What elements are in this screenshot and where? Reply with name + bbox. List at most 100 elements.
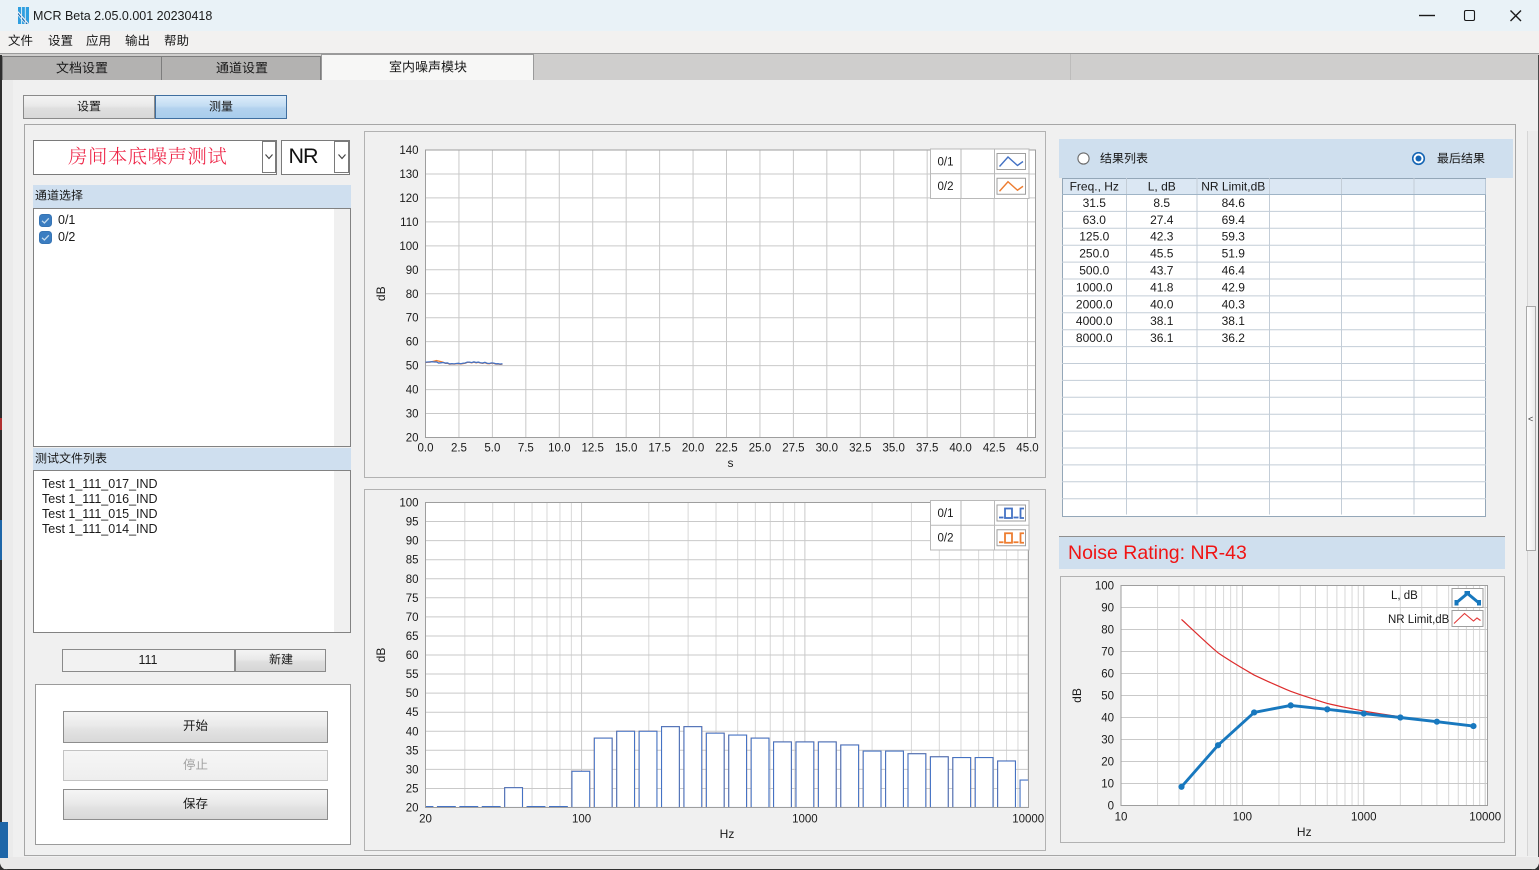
svg-text:10: 10 bbox=[1115, 811, 1128, 823]
svg-text:10: 10 bbox=[1101, 778, 1114, 790]
svg-text:42.9: 42.9 bbox=[1221, 280, 1245, 294]
svg-text:100: 100 bbox=[1233, 811, 1252, 823]
svg-text:0/1: 0/1 bbox=[937, 157, 953, 169]
svg-text:0/2: 0/2 bbox=[937, 532, 953, 544]
svg-text:37.5: 37.5 bbox=[915, 442, 937, 454]
svg-text:10000: 10000 bbox=[1012, 813, 1044, 825]
svg-text:50: 50 bbox=[405, 688, 418, 700]
svg-text:20: 20 bbox=[419, 813, 432, 825]
svg-text:80: 80 bbox=[405, 573, 418, 585]
svg-text:140: 140 bbox=[399, 145, 418, 157]
svg-text:43.7: 43.7 bbox=[1150, 264, 1174, 278]
svg-text:60: 60 bbox=[405, 650, 418, 662]
svg-text:38.1: 38.1 bbox=[1221, 314, 1245, 328]
svg-text:dB: dB bbox=[374, 286, 388, 301]
svg-text:0.0: 0.0 bbox=[417, 442, 433, 454]
svg-text:s: s bbox=[727, 456, 733, 470]
svg-text:1000: 1000 bbox=[1351, 811, 1377, 823]
svg-text:35: 35 bbox=[405, 745, 418, 757]
svg-text:85: 85 bbox=[405, 554, 418, 566]
svg-text:63.0: 63.0 bbox=[1082, 213, 1106, 227]
svg-text:25.0: 25.0 bbox=[748, 442, 770, 454]
svg-text:0/1: 0/1 bbox=[937, 508, 953, 520]
svg-text:40: 40 bbox=[405, 726, 418, 738]
svg-text:100: 100 bbox=[399, 241, 418, 253]
svg-text:38.1: 38.1 bbox=[1150, 314, 1174, 328]
svg-text:L, dB: L, dB bbox=[1391, 590, 1418, 602]
svg-text:55: 55 bbox=[405, 669, 418, 681]
svg-text:100: 100 bbox=[571, 813, 590, 825]
svg-text:40.0: 40.0 bbox=[1150, 297, 1174, 311]
svg-text:NR Limit,dB: NR Limit,dB bbox=[1201, 180, 1265, 194]
svg-text:40: 40 bbox=[1101, 712, 1114, 724]
svg-text:69.4: 69.4 bbox=[1221, 213, 1245, 227]
svg-text:80: 80 bbox=[405, 289, 418, 301]
svg-text:50: 50 bbox=[1101, 690, 1114, 702]
svg-text:70: 70 bbox=[405, 313, 418, 325]
svg-text:90: 90 bbox=[405, 535, 418, 547]
svg-text:L, dB: L, dB bbox=[1147, 180, 1175, 194]
svg-text:35.0: 35.0 bbox=[882, 442, 904, 454]
svg-text:45: 45 bbox=[405, 707, 418, 719]
svg-text:125.0: 125.0 bbox=[1079, 230, 1109, 244]
svg-text:84.6: 84.6 bbox=[1221, 196, 1245, 210]
svg-text:Freq., Hz: Freq., Hz bbox=[1069, 180, 1118, 194]
svg-text:31.5: 31.5 bbox=[1082, 196, 1106, 210]
svg-text:60: 60 bbox=[1101, 668, 1114, 680]
svg-text:0: 0 bbox=[1108, 800, 1114, 812]
svg-text:dB: dB bbox=[374, 647, 388, 662]
svg-text:30: 30 bbox=[405, 409, 418, 421]
svg-text:120: 120 bbox=[399, 193, 418, 205]
svg-text:110: 110 bbox=[400, 217, 418, 229]
svg-text:27.4: 27.4 bbox=[1150, 213, 1174, 227]
svg-text:40.0: 40.0 bbox=[949, 442, 971, 454]
svg-text:100: 100 bbox=[1095, 580, 1114, 592]
svg-text:NR Limit,dB: NR Limit,dB bbox=[1388, 614, 1450, 626]
svg-text:20.0: 20.0 bbox=[681, 442, 703, 454]
svg-text:42.3: 42.3 bbox=[1150, 230, 1174, 244]
svg-text:42.5: 42.5 bbox=[982, 442, 1004, 454]
svg-text:65: 65 bbox=[405, 630, 418, 642]
svg-text:10.0: 10.0 bbox=[548, 442, 570, 454]
svg-text:30.0: 30.0 bbox=[815, 442, 837, 454]
svg-text:30: 30 bbox=[405, 764, 418, 776]
svg-text:15.0: 15.0 bbox=[614, 442, 636, 454]
svg-text:80: 80 bbox=[1101, 624, 1114, 636]
svg-text:250.0: 250.0 bbox=[1079, 247, 1109, 261]
svg-text:100: 100 bbox=[399, 497, 418, 509]
svg-text:2.5: 2.5 bbox=[450, 442, 466, 454]
svg-text:12.5: 12.5 bbox=[581, 442, 603, 454]
svg-text:dB: dB bbox=[1070, 688, 1084, 703]
svg-text:45.0: 45.0 bbox=[1016, 442, 1038, 454]
svg-text:75: 75 bbox=[405, 592, 418, 604]
svg-text:1000.0: 1000.0 bbox=[1075, 280, 1112, 294]
svg-text:17.5: 17.5 bbox=[648, 442, 670, 454]
svg-text:8000.0: 8000.0 bbox=[1075, 331, 1112, 345]
svg-text:2000.0: 2000.0 bbox=[1075, 297, 1112, 311]
svg-text:36.2: 36.2 bbox=[1221, 331, 1245, 345]
svg-text:130: 130 bbox=[399, 169, 418, 181]
svg-text:41.8: 41.8 bbox=[1150, 280, 1174, 294]
svg-text:70: 70 bbox=[405, 611, 418, 623]
svg-text:70: 70 bbox=[1101, 646, 1114, 658]
svg-text:36.1: 36.1 bbox=[1150, 331, 1174, 345]
svg-text:32.5: 32.5 bbox=[849, 442, 871, 454]
svg-text:Hz: Hz bbox=[1297, 825, 1312, 839]
svg-text:1000: 1000 bbox=[792, 813, 818, 825]
svg-text:22.5: 22.5 bbox=[715, 442, 737, 454]
svg-text:95: 95 bbox=[405, 516, 418, 528]
svg-text:10000: 10000 bbox=[1469, 811, 1501, 823]
svg-text:51.9: 51.9 bbox=[1221, 247, 1245, 261]
svg-text:8.5: 8.5 bbox=[1153, 196, 1170, 210]
svg-text:27.5: 27.5 bbox=[782, 442, 804, 454]
svg-text:40: 40 bbox=[405, 385, 418, 397]
svg-text:Hz: Hz bbox=[719, 827, 734, 841]
svg-text:7.5: 7.5 bbox=[517, 442, 533, 454]
svg-text:500.0: 500.0 bbox=[1079, 264, 1109, 278]
svg-text:20: 20 bbox=[405, 802, 418, 814]
svg-text:46.4: 46.4 bbox=[1221, 264, 1245, 278]
svg-text:25: 25 bbox=[405, 783, 418, 795]
svg-text:40.3: 40.3 bbox=[1221, 297, 1245, 311]
svg-text:50: 50 bbox=[405, 361, 418, 373]
svg-text:30: 30 bbox=[1101, 734, 1114, 746]
